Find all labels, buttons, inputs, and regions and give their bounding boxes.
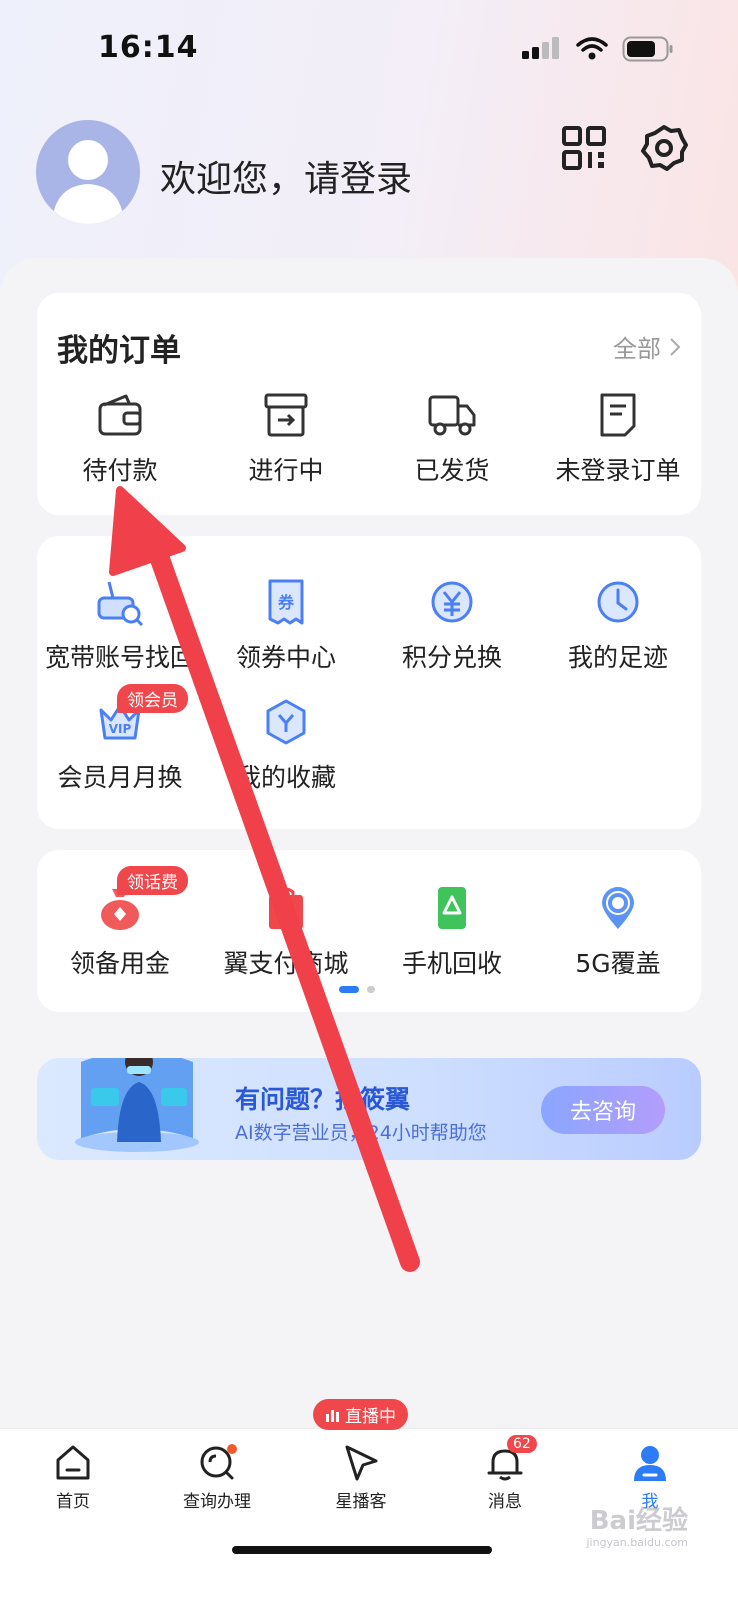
search-icon [200, 1444, 237, 1480]
wifi-icon [576, 37, 608, 60]
play-icon [345, 1445, 378, 1481]
my-orders-card: 我的订单 全部 待付款 进行中 已发货 未登录订单 [37, 293, 701, 515]
banner-title: 有问题？找筱翼 [235, 1085, 411, 1114]
chevron-right-icon [670, 337, 681, 356]
service-label: 积分兑换 [401, 643, 502, 672]
ai-assistant-illustration [75, 1058, 199, 1152]
service-my-favorites[interactable]: 我的收藏 [203, 696, 369, 794]
coupon-icon: 券 [268, 579, 304, 625]
service-label: 领备用金 [69, 949, 170, 978]
live-badge-label: 直播中 [345, 1407, 396, 1427]
services-card: 宽带账号找回 券 领券中心 积分兑换 我的足迹 VIP 会员月月换 领会员 我的… [37, 536, 701, 829]
order-in-progress[interactable]: 进行中 [203, 389, 369, 487]
service-phone-recycle[interactable]: 手机回收 [369, 882, 535, 980]
page-dot-active [339, 986, 359, 993]
status-bar: 16:14 [0, 0, 738, 100]
message-count-badge: 62 [507, 1435, 537, 1453]
ai-assistant-banner[interactable]: 有问题？找筱翼 AI数字营业员，24小时帮助您 去咨询 [37, 1058, 701, 1160]
page-indicator [339, 986, 375, 993]
service-label: 手机回收 [401, 949, 502, 978]
tab-label: 星播客 [335, 1492, 387, 1512]
order-pending-payment[interactable]: 待付款 [37, 389, 203, 487]
service-label: 宽带账号找回 [44, 643, 195, 672]
banner-subtitle: AI数字营业员，24小时帮助您 [235, 1122, 487, 1144]
service-bestpay-mall[interactable]: 翼支付商城 [203, 882, 369, 980]
login-prompt[interactable]: 欢迎您，请登录 [160, 150, 412, 202]
watermark-url: jingyan.baidu.com [586, 1536, 688, 1549]
live-bars-icon [326, 1409, 339, 1422]
service-my-footprints[interactable]: 我的足迹 [535, 576, 701, 674]
phone-credit-badge: 领话费 [117, 866, 188, 895]
service-label: 5G覆盖 [575, 949, 661, 978]
watermark: Bai经验 [589, 1506, 688, 1536]
profile-header: 欢迎您，请登录 [36, 120, 702, 224]
yuan-exchange-icon [431, 581, 473, 623]
order-not-logged-in[interactable]: 未登录订单 [535, 389, 701, 487]
home-icon [56, 1445, 90, 1480]
wallet-services-card: 领备用金 领话费 翼支付商城 手机回收 5G覆盖 [37, 850, 701, 1012]
service-broadband-account-recovery[interactable]: 宽带账号找回 [37, 576, 203, 674]
member-badge: 领会员 [117, 684, 188, 713]
battery-icon [622, 36, 673, 62]
home-indicator [232, 1546, 492, 1554]
consult-button[interactable]: 去咨询 [541, 1086, 665, 1134]
phone-recycle-icon [438, 887, 466, 929]
wallet-icon [98, 394, 142, 436]
order-label: 进行中 [248, 456, 324, 485]
service-points-exchange[interactable]: 积分兑换 [369, 576, 535, 674]
tab-home[interactable]: 首页 [13, 1443, 133, 1512]
order-label: 待付款 [82, 456, 158, 485]
shopping-bag-icon [269, 887, 303, 929]
router-search-icon [97, 581, 144, 626]
page-dot [367, 986, 375, 993]
service-5g-coverage[interactable]: 5G覆盖 [535, 882, 701, 980]
service-label: 领券中心 [235, 643, 336, 672]
cellular-signal-icon [522, 37, 559, 59]
tab-query[interactable]: 查询办理 [157, 1443, 277, 1512]
gear-icon [641, 125, 688, 171]
service-label: 翼支付商城 [223, 949, 349, 978]
live-badge: 直播中 [313, 1399, 408, 1430]
orders-all-link[interactable]: 全部 [613, 329, 681, 364]
avatar[interactable] [36, 120, 140, 224]
truck-icon [428, 395, 476, 436]
document-icon [600, 393, 636, 437]
order-label: 已发货 [414, 456, 490, 485]
service-reserve-fund[interactable]: 领备用金 [37, 882, 203, 980]
order-shipped[interactable]: 已发货 [369, 389, 535, 487]
tab-label: 查询办理 [183, 1492, 251, 1512]
service-coupon-center[interactable]: 券 领券中心 [203, 576, 369, 674]
service-label: 我的收藏 [235, 763, 336, 792]
default-avatar-icon [52, 140, 124, 224]
clock-icon [597, 581, 639, 623]
qr-code-icon [562, 126, 606, 170]
qr-code-button[interactable] [560, 124, 608, 172]
orders-all-label: 全部 [613, 335, 661, 363]
favorite-hex-icon [266, 699, 306, 745]
user-icon [634, 1446, 666, 1481]
status-icons [522, 36, 674, 62]
service-label: 我的足迹 [567, 643, 668, 672]
settings-button[interactable] [640, 124, 688, 172]
tab-messages[interactable]: 62 消息 [445, 1435, 565, 1512]
tab-label: 消息 [488, 1492, 522, 1512]
svg-text:VIP: VIP [109, 722, 132, 736]
location-signal-icon [602, 887, 634, 929]
order-label: 未登录订单 [555, 456, 681, 485]
svg-text:券: 券 [277, 593, 295, 612]
status-time: 16:14 [98, 30, 199, 65]
service-label: 会员月月换 [57, 763, 183, 792]
box-icon [264, 393, 308, 437]
tab-podcast[interactable]: 星播客 [301, 1443, 421, 1512]
tab-label: 首页 [56, 1492, 90, 1512]
orders-title: 我的订单 [57, 333, 181, 369]
